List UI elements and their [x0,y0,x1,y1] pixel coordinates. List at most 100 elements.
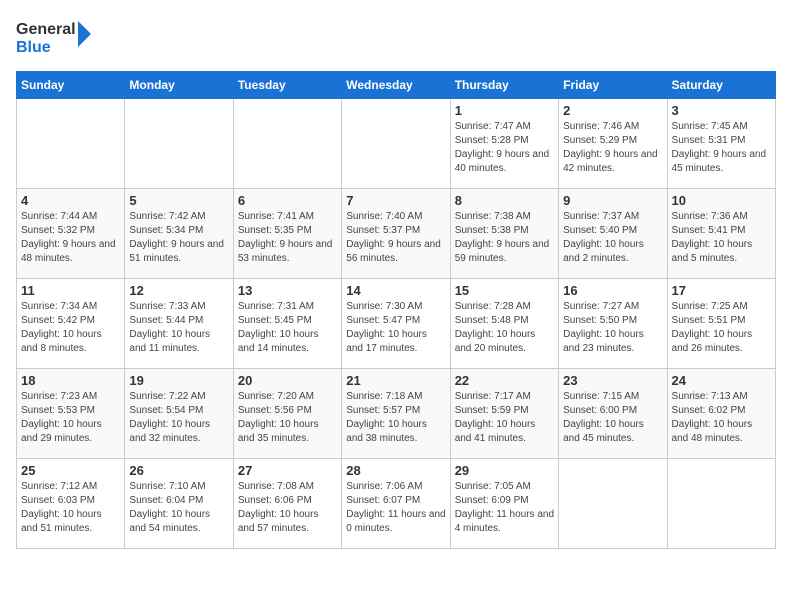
day-number: 16 [563,283,662,298]
day-info: Sunrise: 7:40 AM Sunset: 5:37 PM Dayligh… [346,210,445,266]
day-number: 29 [455,463,554,478]
calendar-cell: 24Sunrise: 7:13 AM Sunset: 6:02 PM Dayli… [667,369,775,459]
calendar-cell: 1Sunrise: 7:47 AM Sunset: 5:28 PM Daylig… [450,99,558,189]
day-number: 3 [672,103,771,118]
calendar-cell: 27 Sunrise: 7:08 AM Sunset: 6:06 PM Dayli… [233,459,341,549]
day-number: 20 [238,373,337,388]
day-info: Sunrise: 7:25 AM Sunset: 5:51 PM Dayligh… [672,300,771,356]
calendar-cell [667,459,775,549]
calendar-cell: 15Sunrise: 7:28 AM Sunset: 5:48 PM Dayli… [450,279,558,369]
calendar-cell: 6 Sunrise: 7:41 AM Sunset: 5:35 PM Daylig… [233,189,341,279]
day-info: Sunrise: 7:31 AM Sunset: 5:45 PM Dayligh… [238,300,337,356]
day-info: Sunrise: 7:30 AM Sunset: 5:47 PM Dayligh… [346,300,445,356]
day-info: Sunrise: 7:15 AM Sunset: 6:00 PM Dayligh… [563,390,662,446]
day-info: Sunrise: 7:44 AM Sunset: 5:32 PM Dayligh… [21,210,120,266]
calendar-cell: 14 Sunrise: 7:30 AM Sunset: 5:47 PM Dayli… [342,279,450,369]
header-cell-sunday: Sunday [17,72,125,99]
calendar-week-5: 25Sunrise: 7:12 AM Sunset: 6:03 PM Dayli… [17,459,776,549]
day-number: 17 [672,283,771,298]
day-info: Sunrise: 7:05 AM Sunset: 6:09 PM Dayligh… [455,480,554,536]
day-info: Sunrise: 7:22 AM Sunset: 5:54 PM Dayligh… [129,390,228,446]
day-info: Sunrise: 7:42 AM Sunset: 5:34 PM Dayligh… [129,210,228,266]
day-number: 6 [238,193,337,208]
calendar-cell [342,99,450,189]
calendar-cell [125,99,233,189]
day-number: 4 [21,193,120,208]
calendar-cell: 21 Sunrise: 7:18 AM Sunset: 5:57 PM Dayli… [342,369,450,459]
header-cell-wednesday: Wednesday [342,72,450,99]
calendar-cell: 20 Sunrise: 7:20 AM Sunset: 5:56 PM Dayli… [233,369,341,459]
day-number: 7 [346,193,445,208]
calendar-table: SundayMondayTuesdayWednesdayThursdayFrid… [16,71,776,549]
calendar-cell: 25Sunrise: 7:12 AM Sunset: 6:03 PM Dayli… [17,459,125,549]
day-info: Sunrise: 7:41 AM Sunset: 5:35 PM Dayligh… [238,210,337,266]
day-number: 24 [672,373,771,388]
calendar-cell: 18 Sunrise: 7:23 AM Sunset: 5:53 PM Dayli… [17,369,125,459]
calendar-week-4: 18 Sunrise: 7:23 AM Sunset: 5:53 PM Dayli… [17,369,776,459]
calendar-cell: 23 Sunrise: 7:15 AM Sunset: 6:00 PM Dayli… [559,369,667,459]
calendar-cell: 26 Sunrise: 7:10 AM Sunset: 6:04 PM Dayli… [125,459,233,549]
calendar-week-3: 11Sunrise: 7:34 AM Sunset: 5:42 PM Dayli… [17,279,776,369]
calendar-cell: 16 Sunrise: 7:27 AM Sunset: 5:50 PM Dayli… [559,279,667,369]
calendar-cell: 5 Sunrise: 7:42 AM Sunset: 5:34 PM Daylig… [125,189,233,279]
svg-text:Blue: Blue [16,39,51,56]
day-info: Sunrise: 7:27 AM Sunset: 5:50 PM Dayligh… [563,300,662,356]
day-number: 13 [238,283,337,298]
day-number: 8 [455,193,554,208]
day-number: 18 [21,373,120,388]
day-info: Sunrise: 7:23 AM Sunset: 5:53 PM Dayligh… [21,390,120,446]
day-number: 21 [346,373,445,388]
calendar-cell [559,459,667,549]
day-number: 5 [129,193,228,208]
svg-text:General: General [16,21,76,38]
page-header: GeneralBlue [16,16,776,61]
calendar-cell: 29 Sunrise: 7:05 AM Sunset: 6:09 PM Dayli… [450,459,558,549]
logo-svg: GeneralBlue [16,16,96,61]
day-info: Sunrise: 7:08 AM Sunset: 6:06 PM Dayligh… [238,480,337,536]
day-number: 26 [129,463,228,478]
day-info: Sunrise: 7:28 AM Sunset: 5:48 PM Dayligh… [455,300,554,356]
day-info: Sunrise: 7:10 AM Sunset: 6:04 PM Dayligh… [129,480,228,536]
header-cell-tuesday: Tuesday [233,72,341,99]
header-cell-saturday: Saturday [667,72,775,99]
day-info: Sunrise: 7:36 AM Sunset: 5:41 PM Dayligh… [672,210,771,266]
day-info: Sunrise: 7:38 AM Sunset: 5:38 PM Dayligh… [455,210,554,266]
day-info: Sunrise: 7:33 AM Sunset: 5:44 PM Dayligh… [129,300,228,356]
calendar-cell [233,99,341,189]
calendar-header: SundayMondayTuesdayWednesdayThursdayFrid… [17,72,776,99]
day-number: 11 [21,283,120,298]
day-info: Sunrise: 7:18 AM Sunset: 5:57 PM Dayligh… [346,390,445,446]
header-cell-monday: Monday [125,72,233,99]
calendar-body: 1Sunrise: 7:47 AM Sunset: 5:28 PM Daylig… [17,99,776,549]
calendar-cell: 11Sunrise: 7:34 AM Sunset: 5:42 PM Dayli… [17,279,125,369]
day-number: 14 [346,283,445,298]
calendar-cell: 3Sunrise: 7:45 AM Sunset: 5:31 PM Daylig… [667,99,775,189]
calendar-week-1: 1Sunrise: 7:47 AM Sunset: 5:28 PM Daylig… [17,99,776,189]
calendar-cell: 28Sunrise: 7:06 AM Sunset: 6:07 PM Dayli… [342,459,450,549]
calendar-cell: 10 Sunrise: 7:36 AM Sunset: 5:41 PM Dayli… [667,189,775,279]
calendar-cell: 9Sunrise: 7:37 AM Sunset: 5:40 PM Daylig… [559,189,667,279]
calendar-cell: 8 Sunrise: 7:38 AM Sunset: 5:38 PM Daylig… [450,189,558,279]
day-number: 22 [455,373,554,388]
day-number: 10 [672,193,771,208]
header-row: SundayMondayTuesdayWednesdayThursdayFrid… [17,72,776,99]
day-number: 23 [563,373,662,388]
calendar-cell: 22 Sunrise: 7:17 AM Sunset: 5:59 PM Dayli… [450,369,558,459]
day-info: Sunrise: 7:46 AM Sunset: 5:29 PM Dayligh… [563,120,662,176]
day-number: 2 [563,103,662,118]
calendar-week-2: 4 Sunrise: 7:44 AM Sunset: 5:32 PM Daylig… [17,189,776,279]
calendar-cell: 12Sunrise: 7:33 AM Sunset: 5:44 PM Dayli… [125,279,233,369]
day-info: Sunrise: 7:17 AM Sunset: 5:59 PM Dayligh… [455,390,554,446]
day-info: Sunrise: 7:47 AM Sunset: 5:28 PM Dayligh… [455,120,554,176]
calendar-cell [17,99,125,189]
calendar-cell: 4 Sunrise: 7:44 AM Sunset: 5:32 PM Daylig… [17,189,125,279]
day-info: Sunrise: 7:06 AM Sunset: 6:07 PM Dayligh… [346,480,445,536]
day-number: 9 [563,193,662,208]
calendar-cell: 13 Sunrise: 7:31 AM Sunset: 5:45 PM Dayli… [233,279,341,369]
day-number: 27 [238,463,337,478]
header-cell-thursday: Thursday [450,72,558,99]
header-cell-friday: Friday [559,72,667,99]
day-number: 19 [129,373,228,388]
day-info: Sunrise: 7:20 AM Sunset: 5:56 PM Dayligh… [238,390,337,446]
day-number: 25 [21,463,120,478]
